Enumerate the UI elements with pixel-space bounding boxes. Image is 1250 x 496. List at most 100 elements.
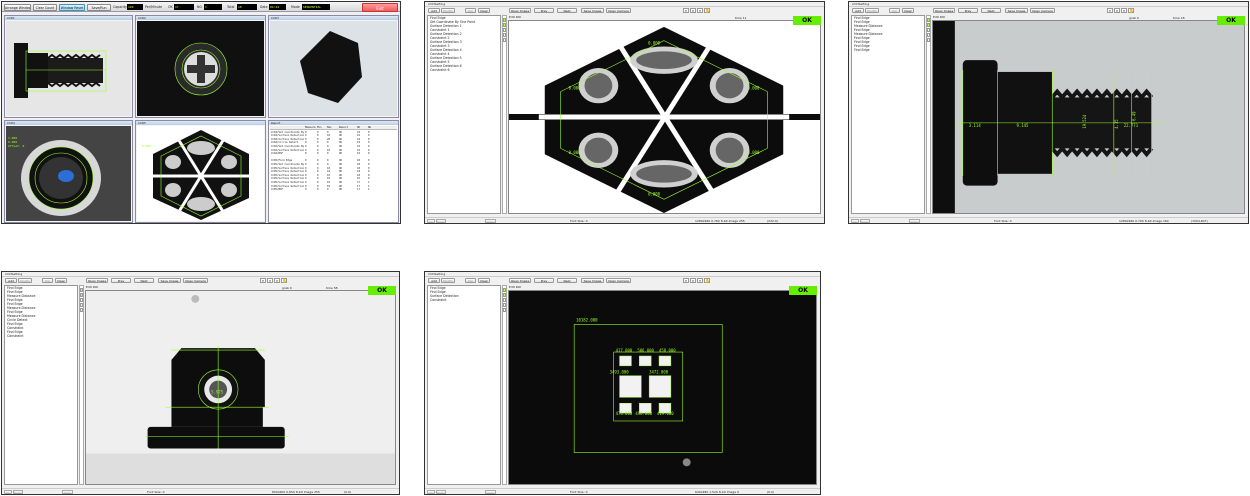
- open-image-button[interactable]: Open Image: [509, 8, 531, 13]
- down-button[interactable]: Down: [436, 219, 446, 223]
- toggle-box[interactable]: [927, 23, 930, 27]
- toggle-box[interactable]: [927, 28, 930, 32]
- image-stage[interactable]: 0.000 0.000 0.000 0.000 0.000 0.000: [508, 20, 821, 214]
- open-camera-button[interactable]: Open Camera: [606, 8, 631, 13]
- zoom-in-icon[interactable]: ⌕: [1107, 8, 1113, 13]
- toggle-box[interactable]: [80, 293, 83, 297]
- clear-count-button[interactable]: Clear Count: [33, 3, 57, 11]
- zoom-out-icon[interactable]: ⌕: [267, 278, 273, 283]
- zoom-fit-icon[interactable]: ⌕: [274, 278, 280, 283]
- toggle-box[interactable]: [927, 33, 930, 37]
- toggle-box[interactable]: [927, 18, 930, 22]
- image-stage[interactable]: 10182.000 417.000 506.000 458.000 3493.000 34…: [508, 290, 817, 485]
- clear-button[interactable]: Clear: [478, 278, 490, 283]
- arrange-windows-button[interactable]: Arrange Windows: [4, 3, 31, 11]
- open-camera-button[interactable]: Open Camera: [1030, 8, 1055, 13]
- zoom-fit-icon[interactable]: ⌕: [697, 8, 703, 13]
- up-button[interactable]: Up: [4, 490, 12, 494]
- prev-button[interactable]: Prev: [958, 8, 978, 13]
- next-button[interactable]: Next: [981, 8, 1001, 13]
- add-button[interactable]: Add: [5, 278, 17, 283]
- save-image-button[interactable]: Save Image: [158, 278, 181, 283]
- toggle-box[interactable]: [80, 308, 83, 312]
- modify-button[interactable]: Modify: [865, 8, 879, 13]
- next-button[interactable]: Next: [557, 8, 577, 13]
- copy-button[interactable]: Copy: [485, 490, 496, 494]
- list-item[interactable]: Constraint 6: [428, 68, 500, 72]
- prev-button[interactable]: Prev: [534, 8, 554, 13]
- zoom-in-icon[interactable]: ⌕: [683, 8, 689, 13]
- open-image-button[interactable]: Open Image: [509, 278, 531, 283]
- toggle-box[interactable]: [503, 18, 506, 22]
- delete-button[interactable]: Del: [42, 278, 53, 283]
- pan-hand-icon[interactable]: ✋: [704, 278, 710, 283]
- save-image-button[interactable]: Save Image: [581, 8, 604, 13]
- zoom-fit-icon[interactable]: ⌕: [697, 278, 703, 283]
- list-item[interactable]: Constraint: [428, 298, 500, 302]
- up-button[interactable]: Up: [427, 490, 435, 494]
- delete-button[interactable]: Del: [889, 8, 900, 13]
- delete-button[interactable]: Del: [465, 278, 476, 283]
- list-item[interactable]: Constraint: [5, 334, 77, 338]
- toggle-box[interactable]: [503, 298, 506, 302]
- save-image-button[interactable]: Save Image: [581, 278, 604, 283]
- add-button[interactable]: Add: [428, 278, 440, 283]
- toggle-box[interactable]: [80, 288, 83, 292]
- open-camera-button[interactable]: Open Camera: [183, 278, 208, 283]
- modify-button[interactable]: Modify: [441, 278, 455, 283]
- toggle-box[interactable]: [503, 303, 506, 307]
- down-button[interactable]: Down: [13, 490, 23, 494]
- up-button[interactable]: Up: [851, 219, 859, 223]
- toggle-box[interactable]: [503, 293, 506, 297]
- image-stage[interactable]: 5.975: [85, 290, 396, 485]
- open-image-button[interactable]: Open Image: [933, 8, 955, 13]
- pan-hand-icon[interactable]: ✋: [1128, 8, 1134, 13]
- copy-button[interactable]: Copy: [62, 490, 73, 494]
- list-item[interactable]: Find Edge: [852, 48, 924, 52]
- clear-button[interactable]: Clear: [902, 8, 914, 13]
- step-list[interactable]: Find Edge Find Edge Measure Distance Find E…: [4, 285, 78, 485]
- toggle-box[interactable]: [927, 38, 930, 42]
- toggle-box[interactable]: [503, 33, 506, 37]
- add-button[interactable]: Add: [852, 8, 864, 13]
- up-button[interactable]: Up: [427, 219, 435, 223]
- copy-button[interactable]: Copy: [909, 219, 920, 223]
- step-list[interactable]: Find Edge Find Edge Surface Detection Const…: [427, 285, 501, 485]
- prev-button[interactable]: Prev: [111, 278, 131, 283]
- next-button[interactable]: Next: [134, 278, 154, 283]
- zoom-in-icon[interactable]: ⌕: [683, 278, 689, 283]
- modify-button[interactable]: Modify: [18, 278, 32, 283]
- clear-button[interactable]: Clear: [55, 278, 67, 283]
- zoom-in-icon[interactable]: ⌕: [260, 278, 266, 283]
- step-list[interactable]: Find Edge Find Edge Measure Distance Find E…: [851, 15, 925, 214]
- down-button[interactable]: Down: [436, 490, 446, 494]
- toggle-box[interactable]: [503, 308, 506, 312]
- open-camera-button[interactable]: Open Camera: [606, 278, 631, 283]
- zoom-out-icon[interactable]: ⌕: [690, 8, 696, 13]
- delete-button[interactable]: Del: [465, 8, 476, 13]
- clear-button[interactable]: Clear: [478, 8, 490, 13]
- save-run-button[interactable]: Save/Run: [87, 3, 111, 11]
- toggle-box[interactable]: [80, 303, 83, 307]
- toggle-box[interactable]: [80, 298, 83, 302]
- next-button[interactable]: Next: [557, 278, 577, 283]
- pan-hand-icon[interactable]: ✋: [704, 8, 710, 13]
- copy-button[interactable]: Copy: [485, 219, 496, 223]
- step-list[interactable]: Find Edge Set Coordinate By One Point Surf…: [427, 15, 501, 214]
- zoom-fit-icon[interactable]: ⌕: [1121, 8, 1127, 13]
- open-image-button[interactable]: Open Image: [86, 278, 108, 283]
- down-button[interactable]: Down: [860, 219, 870, 223]
- pan-hand-icon[interactable]: ✋: [281, 278, 287, 283]
- toggle-box[interactable]: [503, 23, 506, 27]
- toggle-box[interactable]: [503, 288, 506, 292]
- prev-button[interactable]: Prev: [534, 278, 554, 283]
- window-reset-button[interactable]: Window Reset: [59, 3, 85, 11]
- exit-button[interactable]: Exit: [362, 2, 398, 12]
- toggle-box[interactable]: [503, 28, 506, 32]
- image-stage[interactable]: 3.114 9.145 19.524 22.771 6.49 4.35: [932, 20, 1245, 214]
- modify-button[interactable]: Modify: [441, 8, 455, 13]
- zoom-out-icon[interactable]: ⌕: [1114, 8, 1120, 13]
- add-button[interactable]: Add: [428, 8, 440, 13]
- save-image-button[interactable]: Save Image: [1005, 8, 1028, 13]
- zoom-out-icon[interactable]: ⌕: [690, 278, 696, 283]
